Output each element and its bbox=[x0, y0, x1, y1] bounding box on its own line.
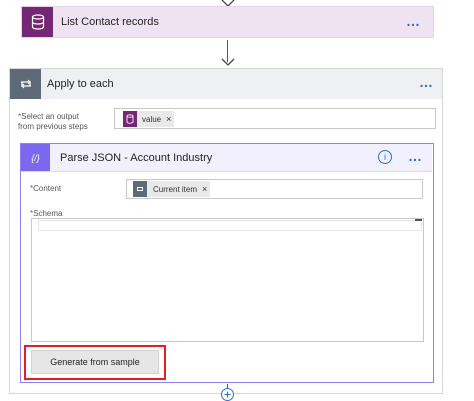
dataverse-token-icon bbox=[123, 111, 137, 127]
braces-icon-glyph: {/} bbox=[31, 152, 40, 163]
schema-editor[interactable] bbox=[31, 218, 424, 342]
loop-icon bbox=[10, 69, 41, 99]
apply-to-each-more-button[interactable]: … bbox=[419, 74, 434, 90]
select-output-label-line2: from previous steps bbox=[18, 122, 88, 131]
dataverse-icon bbox=[22, 7, 53, 37]
list-contact-more-button[interactable]: … bbox=[406, 13, 421, 29]
select-output-label: *Select an output from previous steps bbox=[18, 112, 118, 132]
select-output-label-line1: Select an output bbox=[21, 112, 79, 121]
parse-json-more-button[interactable]: … bbox=[408, 148, 423, 164]
parse-json-header[interactable]: {/} Parse JSON - Account Industry i … bbox=[21, 144, 432, 172]
generate-from-sample-button[interactable]: Generate from sample bbox=[31, 350, 159, 374]
value-token[interactable]: value × bbox=[123, 111, 175, 127]
list-contact-records-title: List Contact records bbox=[61, 16, 159, 28]
info-icon[interactable]: i bbox=[378, 150, 392, 164]
current-item-token-remove-icon[interactable]: × bbox=[197, 184, 210, 194]
content-label-text: Content bbox=[33, 184, 62, 193]
schema-editor-scrollbar[interactable] bbox=[415, 219, 422, 221]
arrow-down-icon bbox=[221, 58, 235, 66]
apply-to-each-header[interactable]: Apply to each … bbox=[10, 69, 442, 99]
add-step-icon[interactable] bbox=[221, 388, 234, 401]
list-contact-records-card[interactable]: List Contact records … bbox=[21, 6, 434, 38]
loop-token-icon bbox=[133, 181, 147, 197]
generate-button-highlight: Generate from sample bbox=[24, 345, 166, 380]
apply-to-each-title: Apply to each bbox=[47, 78, 114, 90]
parse-json-title: Parse JSON - Account Industry bbox=[60, 152, 213, 164]
value-token-label: value bbox=[142, 114, 162, 124]
value-token-remove-icon[interactable]: × bbox=[161, 114, 174, 124]
current-item-token-label: Current item bbox=[153, 184, 198, 194]
generate-from-sample-label: Generate from sample bbox=[50, 357, 140, 367]
select-output-input[interactable]: value × bbox=[114, 108, 436, 129]
info-icon-glyph: i bbox=[384, 152, 386, 162]
current-item-token[interactable]: Current item × bbox=[133, 181, 211, 197]
braces-icon: {/} bbox=[21, 144, 50, 171]
schema-editor-first-line bbox=[38, 220, 422, 231]
schema-label-text: Schema bbox=[33, 209, 63, 218]
content-label: *Content bbox=[30, 184, 61, 194]
parse-json-card: {/} Parse JSON - Account Industry i … *C… bbox=[20, 143, 434, 383]
content-input[interactable]: Current item × bbox=[126, 179, 423, 199]
